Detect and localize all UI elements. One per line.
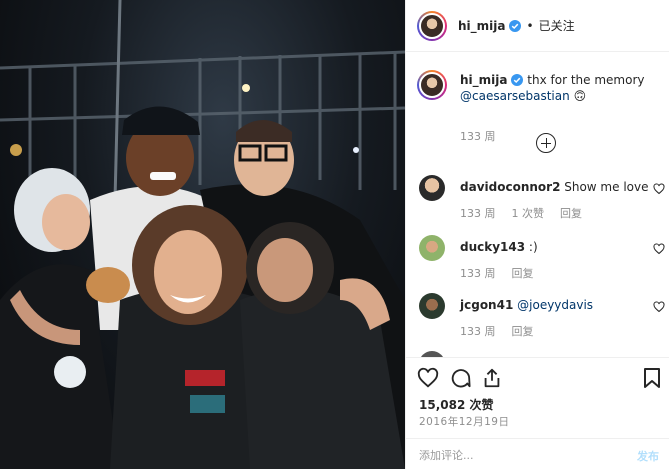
comment-text: jcgon41 @joeyydavis — [460, 298, 650, 313]
action-icons — [417, 367, 503, 391]
post-date[interactable]: 2016年12月19日 — [419, 414, 509, 429]
commenter-username[interactable]: jcgon41 — [460, 298, 513, 312]
header-separator: • — [526, 18, 534, 33]
reply-button[interactable]: 回复 — [512, 325, 534, 338]
verified-badge-icon — [509, 19, 522, 32]
heart-icon[interactable] — [653, 183, 665, 195]
verified-badge-icon — [511, 74, 524, 86]
comment-timestamp[interactable]: 133 周 — [460, 325, 496, 338]
post-comment-button[interactable]: 发布 — [637, 448, 659, 464]
comment-likes[interactable]: 1 次赞 — [512, 207, 545, 220]
group-photo-illustration — [0, 0, 405, 469]
author-username[interactable]: hi_mija — [458, 19, 505, 33]
reply-button[interactable]: 回复 — [560, 207, 582, 220]
author-avatar[interactable] — [417, 10, 447, 41]
post-photo[interactable] — [0, 0, 405, 469]
load-more-comments-icon[interactable] — [536, 133, 556, 153]
comment-text: ducky143 :) — [460, 240, 650, 255]
comment-meta: 133 周 回复 — [460, 323, 550, 339]
caption-mention[interactable]: @caesarsebastian — [460, 89, 570, 103]
caption-avatar[interactable] — [417, 70, 447, 100]
post-viewer: hi_mija • 已关注 hi_mija thx for the memory… — [0, 0, 669, 469]
post-actions: 15,082 次赞 2016年12月19日 发布 — [406, 357, 669, 469]
comment-input[interactable] — [419, 447, 619, 463]
caption-text: hi_mija thx for the memory @caesarsebast… — [460, 72, 665, 104]
bookmark-icon — [644, 368, 660, 388]
like-heart-icon[interactable] — [417, 367, 439, 389]
following-button[interactable]: 已关注 — [539, 17, 575, 34]
comment-mention[interactable]: @joeyydavis — [517, 298, 593, 312]
commenter-avatar[interactable] — [419, 293, 445, 319]
comment-meta: 133 周 1 次赞 回复 — [460, 205, 598, 221]
heart-icon[interactable] — [653, 243, 665, 255]
comment-meta: 133 周 回复 — [460, 265, 550, 281]
share-icon[interactable] — [481, 367, 503, 389]
comment-text: davidoconnor2 Show me love — [460, 180, 650, 195]
comment-body: :) — [525, 240, 538, 254]
post-header: hi_mija • 已关注 — [406, 0, 669, 52]
post-details-panel: hi_mija • 已关注 hi_mija thx for the memory… — [405, 0, 669, 469]
comments-list[interactable]: hi_mija thx for the memory @caesarsebast… — [406, 53, 669, 357]
comment-body: Show me love — [560, 180, 649, 194]
commenter-username[interactable]: ducky143 — [460, 240, 525, 254]
heart-icon[interactable] — [653, 301, 665, 313]
caption-username[interactable]: hi_mija — [460, 73, 507, 87]
commenter-avatar[interactable] — [419, 235, 445, 261]
save-bookmark-button[interactable] — [642, 367, 662, 389]
commenter-username[interactable]: davidoconnor2 — [460, 180, 560, 194]
comment-timestamp[interactable]: 133 周 — [460, 267, 496, 280]
comment-item: ducky143 :) 133 周 回复 — [417, 235, 665, 285]
add-comment-bar: 发布 — [406, 438, 669, 469]
caption-emoji: 🙃 — [573, 89, 587, 103]
comment-item: davidoconnor2 Show me love 133 周 1 次赞 回复 — [417, 175, 665, 225]
caption-body: thx for the memory — [523, 73, 645, 87]
reply-button[interactable]: 回复 — [512, 267, 534, 280]
commenter-avatar[interactable] — [419, 175, 445, 201]
comment-timestamp[interactable]: 133 周 — [460, 207, 496, 220]
comment-bubble-icon[interactable] — [449, 367, 471, 389]
caption-timestamp[interactable]: 133 周 — [460, 128, 496, 144]
comment-item: jcgon41 @joeyydavis 133 周 回复 — [417, 293, 665, 343]
likes-count[interactable]: 15,082 次赞 — [419, 396, 494, 413]
